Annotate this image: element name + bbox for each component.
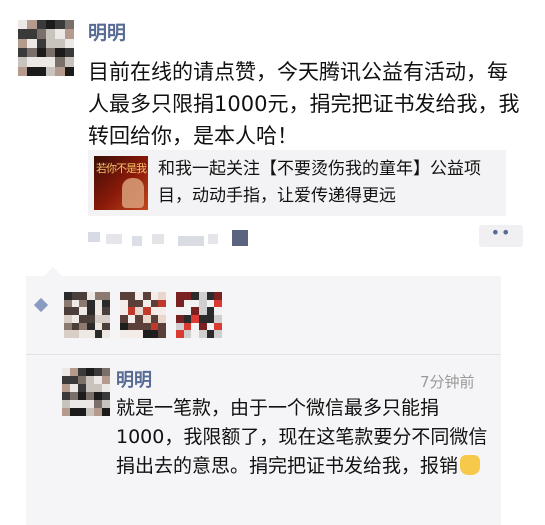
share-thumbnail: 若你不是我 bbox=[94, 156, 148, 210]
post-author-name[interactable]: 明明 bbox=[88, 18, 126, 45]
like-avatar-1[interactable] bbox=[64, 292, 110, 338]
share-card[interactable]: 若你不是我 和我一起关注【不要烫伤我的童年】公益项目，动动手指，让爱传递得更远 bbox=[88, 150, 506, 216]
like-avatar-3[interactable] bbox=[176, 292, 222, 338]
thumbnail-figure bbox=[122, 178, 144, 208]
more-button[interactable]: •• bbox=[479, 225, 523, 247]
divider bbox=[26, 354, 501, 355]
ok-hand-emoji bbox=[460, 455, 481, 475]
post-text: 目前在线的请点赞，今天腾讯公益有活动，每人最多只限捐1000元，捐完把证书发给我… bbox=[88, 60, 520, 148]
comment-avatar[interactable] bbox=[62, 368, 110, 416]
like-avatar-2[interactable] bbox=[120, 292, 166, 338]
comment-text: 就是一笔款，由于一个微信最多只能捐1000，我限额了，现在这笔款要分不同微信捐出… bbox=[116, 394, 496, 481]
comment-time: 7分钟前 bbox=[420, 373, 475, 391]
thumbnail-text: 若你不是我 bbox=[96, 162, 147, 175]
comment-text-content: 就是一笔款，由于一个微信最多只能捐1000，我限额了，现在这笔款要分不同微信捐出… bbox=[116, 397, 488, 477]
avatar[interactable] bbox=[18, 20, 74, 76]
share-card-title: 和我一起关注【不要烫伤我的童年】公益项目，动动手指，让爱传递得更远 bbox=[158, 159, 481, 206]
comment-author-name[interactable]: 明明 bbox=[116, 366, 152, 392]
